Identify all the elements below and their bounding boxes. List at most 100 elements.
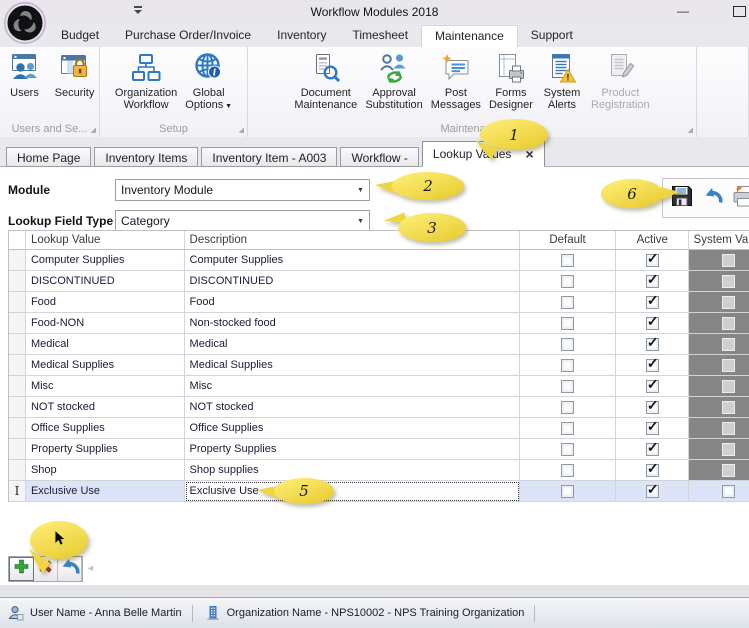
column-header-default[interactable]: Default xyxy=(520,231,617,250)
lookup-value-cell[interactable]: Misc xyxy=(26,376,185,397)
default-cell[interactable] xyxy=(520,397,617,418)
module-combobox[interactable]: Inventory Module ▼ xyxy=(115,179,370,201)
default-checkbox[interactable] xyxy=(561,254,574,267)
document-maintenance-button[interactable]: Document Maintenance xyxy=(291,50,360,113)
active-checkbox[interactable]: ✓ xyxy=(646,464,659,477)
forms-designer-button[interactable]: Forms Designer xyxy=(486,50,536,113)
system-alerts-button[interactable]: !System Alerts xyxy=(538,50,586,113)
print-button[interactable] xyxy=(732,185,749,211)
column-header-description[interactable]: Description xyxy=(185,231,520,250)
active-checkbox[interactable]: ✓ xyxy=(646,254,659,267)
organization-workflow-button[interactable]: Organization Workflow xyxy=(112,50,180,113)
column-header-lookup-value[interactable]: Lookup Value xyxy=(26,231,185,250)
default-checkbox[interactable] xyxy=(561,422,574,435)
global-options-button[interactable]: iGlobal Options ▼ xyxy=(182,50,235,115)
active-cell[interactable]: ✓ xyxy=(616,271,689,292)
default-checkbox[interactable] xyxy=(561,338,574,351)
active-cell[interactable]: ✓ xyxy=(616,292,689,313)
lookup-value-cell[interactable]: Medical Supplies xyxy=(26,355,185,376)
default-cell[interactable] xyxy=(520,418,617,439)
users-button[interactable]: Users xyxy=(1,50,49,101)
post-messages-button[interactable]: Post Messages xyxy=(428,50,484,113)
lookup-value-cell[interactable]: Computer Supplies xyxy=(26,250,185,271)
lookup-value-cell[interactable]: NOT stocked xyxy=(26,397,185,418)
description-cell[interactable]: Shop supplies xyxy=(185,460,520,481)
column-header-system-value[interactable]: System Value xyxy=(689,231,749,250)
active-cell[interactable]: ✓ xyxy=(616,313,689,334)
default-cell[interactable] xyxy=(520,439,617,460)
ribbon-tab-inventory[interactable]: Inventory xyxy=(264,25,339,47)
default-cell[interactable] xyxy=(520,250,617,271)
active-cell[interactable]: ✓ xyxy=(616,418,689,439)
lookup-value-cell[interactable]: Medical xyxy=(26,334,185,355)
doc-tab-home-page[interactable]: Home Page xyxy=(6,147,91,167)
default-checkbox[interactable] xyxy=(561,380,574,393)
active-checkbox[interactable]: ✓ xyxy=(646,275,659,288)
default-cell[interactable] xyxy=(520,292,617,313)
active-cell[interactable]: ✓ xyxy=(616,376,689,397)
default-checkbox[interactable] xyxy=(561,464,574,477)
description-cell[interactable]: NOT stocked xyxy=(185,397,520,418)
active-checkbox[interactable]: ✓ xyxy=(646,443,659,456)
active-checkbox[interactable]: ✓ xyxy=(646,380,659,393)
default-cell[interactable] xyxy=(520,271,617,292)
ribbon-tab-support[interactable]: Support xyxy=(518,25,586,47)
security-button[interactable]: Security xyxy=(51,50,99,101)
active-cell[interactable]: ✓ xyxy=(616,439,689,460)
description-cell[interactable]: Medical xyxy=(185,334,520,355)
description-cell[interactable]: Property Supplies xyxy=(185,439,520,460)
undo-button[interactable] xyxy=(701,185,725,211)
active-cell[interactable]: ✓ xyxy=(616,397,689,418)
active-cell[interactable]: ✓ xyxy=(616,334,689,355)
minimize-button[interactable]: — xyxy=(664,0,702,22)
active-checkbox[interactable]: ✓ xyxy=(646,338,659,351)
default-cell[interactable] xyxy=(520,334,617,355)
dialog-launcher-icon[interactable]: ◢ xyxy=(688,127,693,134)
lookup-value-cell[interactable]: Food-NON xyxy=(26,313,185,334)
description-cell[interactable]: Misc xyxy=(185,376,520,397)
description-cell[interactable]: Non-stocked food xyxy=(185,313,520,334)
maximize-button[interactable] xyxy=(722,0,749,22)
active-checkbox[interactable]: ✓ xyxy=(646,296,659,309)
active-cell[interactable]: ✓ xyxy=(616,250,689,271)
quick-access-dropdown-icon[interactable] xyxy=(133,6,143,14)
dialog-launcher-icon[interactable]: ◢ xyxy=(239,127,244,134)
lookup-value-cell[interactable]: Property Supplies xyxy=(26,439,185,460)
description-cell[interactable]: Food xyxy=(185,292,520,313)
active-cell[interactable]: ✓ xyxy=(616,355,689,376)
default-checkbox[interactable] xyxy=(561,443,574,456)
lookup-field-type-combobox[interactable]: Category ▼ xyxy=(115,210,370,232)
approval-substitution-button[interactable]: Approval Substitution xyxy=(362,50,425,113)
doc-tab-workflow[interactable]: Workflow - xyxy=(340,147,418,167)
active-checkbox[interactable]: ✓ xyxy=(646,317,659,330)
default-checkbox[interactable] xyxy=(561,317,574,330)
active-checkbox[interactable]: ✓ xyxy=(646,401,659,414)
lookup-value-cell[interactable]: Shop xyxy=(26,460,185,481)
default-checkbox[interactable] xyxy=(561,296,574,309)
system-value-cell[interactable] xyxy=(689,481,749,502)
lookup-value-cell[interactable]: Exclusive Use xyxy=(26,481,185,502)
system-value-checkbox[interactable] xyxy=(722,485,735,498)
app-logo-icon[interactable] xyxy=(3,1,47,45)
description-cell[interactable]: Exclusive Use xyxy=(185,481,520,502)
ribbon-tab-maintenance[interactable]: Maintenance xyxy=(421,25,518,47)
default-cell[interactable] xyxy=(520,481,617,502)
ribbon-tab-timesheet[interactable]: Timesheet xyxy=(339,25,421,47)
chevron-down-icon[interactable]: ▼ xyxy=(352,187,369,194)
default-checkbox[interactable] xyxy=(561,275,574,288)
active-checkbox[interactable]: ✓ xyxy=(646,485,659,498)
default-cell[interactable] xyxy=(520,376,617,397)
default-cell[interactable] xyxy=(520,313,617,334)
active-checkbox[interactable]: ✓ xyxy=(646,359,659,372)
description-cell[interactable]: Computer Supplies xyxy=(185,250,520,271)
default-checkbox[interactable] xyxy=(561,401,574,414)
ribbon-tab-purchase-order-invoice[interactable]: Purchase Order/Invoice xyxy=(112,25,264,47)
description-cell[interactable]: DISCONTINUED xyxy=(185,271,520,292)
description-cell[interactable]: Medical Supplies xyxy=(185,355,520,376)
dialog-launcher-icon[interactable]: ◢ xyxy=(91,127,96,134)
lookup-value-cell[interactable]: DISCONTINUED xyxy=(26,271,185,292)
doc-tab-inventory-item-a003[interactable]: Inventory Item - A003 xyxy=(201,147,337,167)
chevron-down-icon[interactable]: ▼ xyxy=(352,218,369,225)
default-checkbox[interactable] xyxy=(561,359,574,372)
default-cell[interactable] xyxy=(520,460,617,481)
